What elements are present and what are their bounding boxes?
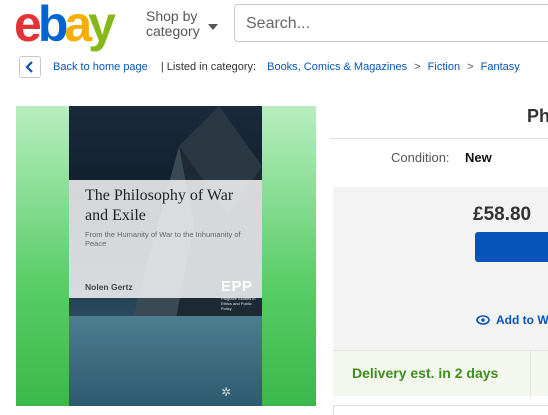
ebay-logo[interactable]: ebay	[14, 0, 116, 52]
back-to-home-link[interactable]: Back to home page	[53, 61, 148, 73]
delivery-divider	[530, 351, 531, 397]
shop-by-category-button[interactable]: Shop by category	[146, 9, 226, 39]
search-input[interactable]	[244, 6, 548, 42]
breadcrumb-separator: >	[467, 61, 474, 73]
series-logo: EPP	[221, 278, 253, 295]
eye-icon[interactable]	[476, 314, 490, 326]
cover-author: Nolen Gertz	[85, 282, 133, 292]
delivery-estimate: Delivery est. in 2 days	[352, 365, 499, 381]
logo-letter-b: b	[37, 0, 68, 52]
condition-value: New	[465, 150, 492, 165]
listed-in-label: | Listed in category:	[160, 61, 257, 73]
book-cover-image: The Philosophy of War and Exile From the…	[69, 106, 262, 406]
chevron-down-icon	[208, 24, 218, 30]
shop-by-line1: Shop by	[146, 8, 198, 24]
condition-label: Condition:	[391, 150, 450, 165]
water-area	[69, 316, 262, 406]
logo-letter-y: y	[88, 0, 116, 52]
logo-letter-a: a	[64, 0, 92, 52]
breadcrumb-item-fiction[interactable]: Fiction	[428, 61, 460, 73]
next-section-box	[333, 405, 548, 415]
add-to-watchlist-link[interactable]: Add to W	[496, 313, 548, 327]
cover-subtitle: From the Humanity of War to the Inhumani…	[85, 230, 241, 248]
back-button[interactable]	[19, 56, 41, 78]
buy-it-now-button[interactable]	[475, 232, 548, 262]
chevron-left-icon	[25, 61, 33, 73]
breadcrumb-separator: >	[414, 61, 421, 73]
breadcrumb: Back to home page | Listed in category: …	[53, 61, 520, 73]
series-subtitle: Palgrave Studies in Ethics and Public Po…	[221, 296, 256, 311]
cover-title: The Philosophy of War and Exile	[85, 187, 234, 224]
breadcrumb-item-books[interactable]: Books, Comics & Magazines	[259, 61, 407, 73]
breadcrumb-item-fantasy[interactable]: Fantasy	[481, 61, 520, 73]
product-image-panel[interactable]: The Philosophy of War and Exile From the…	[16, 106, 316, 406]
search-box[interactable]	[234, 4, 548, 42]
logo-letter-e: e	[14, 0, 42, 52]
product-title: Ph	[527, 106, 548, 126]
publisher-logo-icon: ✲	[221, 385, 232, 399]
price: £58.80	[473, 204, 532, 225]
divider	[330, 138, 548, 139]
